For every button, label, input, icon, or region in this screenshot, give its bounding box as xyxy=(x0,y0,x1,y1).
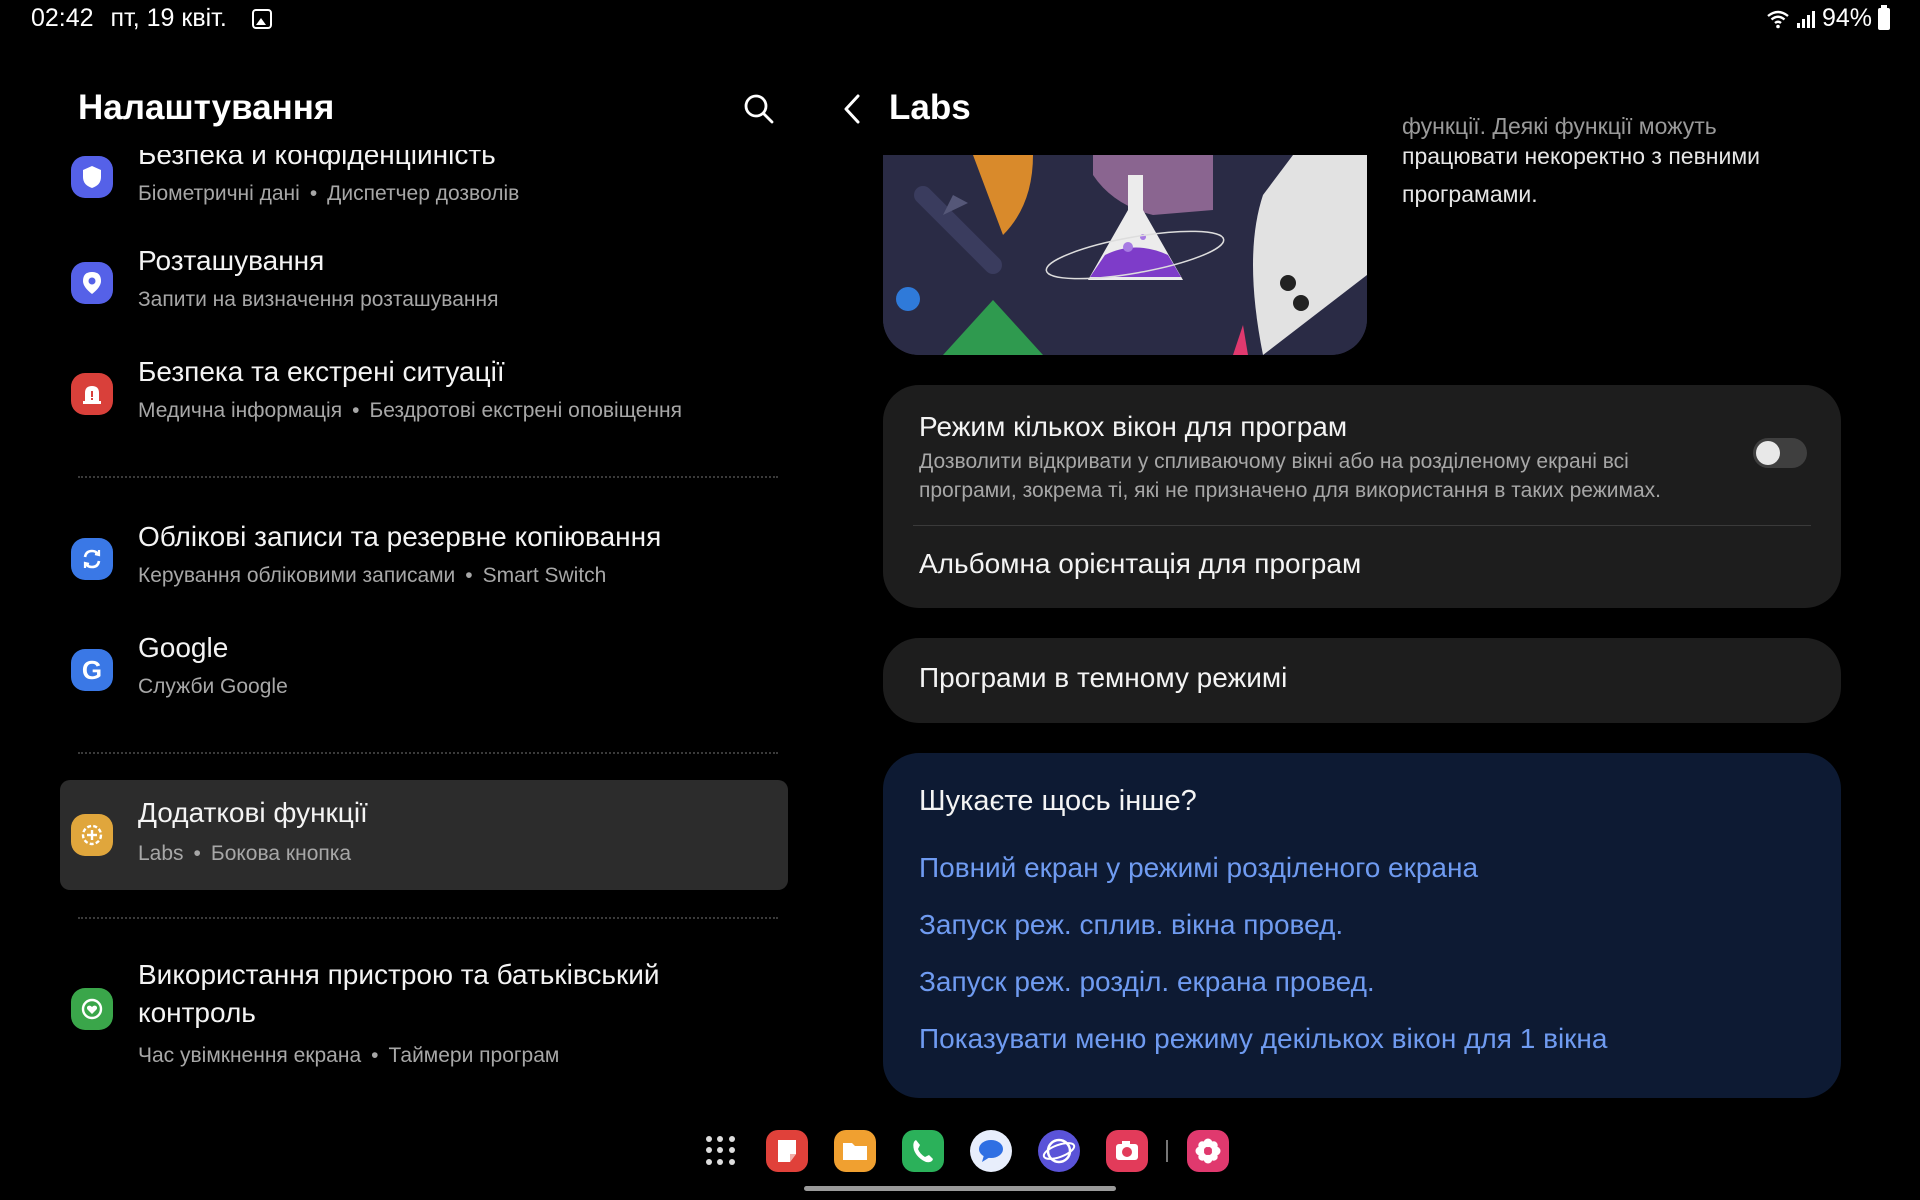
status-right: 94% xyxy=(1766,4,1890,33)
internet-browser-icon[interactable] xyxy=(1038,1130,1080,1172)
item-subtitle: Запити на визначення розташування xyxy=(138,288,498,312)
dark-mode-apps-row[interactable]: Програми в темному режимі xyxy=(883,638,1841,723)
settings-item-security-privacy[interactable]: Безпека и конфіденційність Біометричні д… xyxy=(60,150,788,220)
shield-icon xyxy=(71,156,113,198)
item-title: Розташування xyxy=(138,245,325,276)
item-subtitle: Час увімкнення екрана • Таймери програм xyxy=(138,1044,560,1067)
battery-percent: 94% xyxy=(1821,4,1872,32)
wellbeing-icon xyxy=(71,988,113,1030)
description-line: програмами. xyxy=(1402,181,1538,207)
subtitle-part: Бокова кнопка xyxy=(210,842,352,865)
suggestion-link[interactable]: Запуск реж. сплив. вікна провед. xyxy=(919,909,1343,941)
plus-gear-icon xyxy=(71,814,113,856)
subtitle-part: Smart Switch xyxy=(482,564,607,587)
item-title-line1: Використання пристрою та батьківський xyxy=(138,959,660,990)
dark-mode-title: Програми в темному режимі xyxy=(919,662,1288,693)
apps-grid-icon[interactable] xyxy=(706,1136,736,1166)
subtitle-part: Біометричні дані xyxy=(138,182,300,205)
subtitle-part: Бездротові екстрені оповіщення xyxy=(369,399,682,422)
messages-icon[interactable] xyxy=(970,1130,1012,1172)
status-time: 02:42 xyxy=(31,4,94,32)
search-button[interactable] xyxy=(742,92,776,126)
item-title: Облікові записи та резервне копіювання xyxy=(138,521,662,552)
samsung-notes-icon[interactable] xyxy=(766,1130,808,1172)
back-button[interactable] xyxy=(838,92,866,126)
location-pin-icon xyxy=(71,262,113,304)
status-date: пт, 19 квіт. xyxy=(110,4,227,32)
home-indicator[interactable] xyxy=(804,1186,1116,1191)
labs-illustration xyxy=(883,155,1367,355)
section-divider xyxy=(78,752,778,754)
landscape-row[interactable]: Альбомна орієнтація для програм xyxy=(883,526,1841,608)
item-subtitle: Служби Google xyxy=(138,675,288,699)
multi-window-toggle[interactable] xyxy=(1753,438,1807,468)
dock-separator xyxy=(1166,1140,1168,1162)
item-title: Google xyxy=(138,632,229,663)
suggestions-card: Шукаєте щось інше? Повний екран у режимі… xyxy=(883,753,1841,1098)
subtitle-part: Labs xyxy=(138,842,184,865)
suggestion-link[interactable]: Показувати меню режиму декількох вікон д… xyxy=(919,1023,1607,1055)
description-line: функції. Деякі функції можуть xyxy=(1402,113,1717,139)
section-divider xyxy=(78,476,778,478)
labs-description: функції. Деякі функції можуть працювати … xyxy=(1402,113,1782,213)
item-title: Безпека та екстрені ситуації xyxy=(138,356,505,387)
labs-options-card: Режим кількох вікон для програм Дозволит… xyxy=(883,385,1841,608)
subtitle-part: Запити на визначення розташування xyxy=(138,288,499,311)
phone-icon[interactable] xyxy=(902,1130,944,1172)
camera-icon[interactable] xyxy=(1106,1130,1148,1172)
taskbar-dock xyxy=(0,1130,1920,1174)
emergency-siren-icon xyxy=(71,373,113,415)
suggestion-link[interactable]: Запуск реж. розділ. екрана провед. xyxy=(919,966,1375,998)
multi-window-subtitle: Дозволити відкривати у спливаючому вікні… xyxy=(919,450,1661,502)
landscape-title: Альбомна орієнтація для програм xyxy=(919,548,1362,579)
multi-window-title: Режим кількох вікон для програм xyxy=(919,411,1348,442)
sync-icon xyxy=(71,538,113,580)
subtitle-part: Таймери програм xyxy=(388,1044,560,1067)
settings-list[interactable]: Безпека и конфіденційність Біометричні д… xyxy=(60,150,788,1125)
search-icon xyxy=(744,94,774,124)
wifi-icon xyxy=(1767,10,1789,28)
bixby-flower-icon[interactable] xyxy=(1187,1130,1229,1172)
subtitle-part: Диспетчер дозволів xyxy=(327,182,520,205)
status-left: 02:42 пт, 19 квіт. xyxy=(31,4,282,33)
suggestion-link[interactable]: Повний екран у режимі розділеного екрана xyxy=(919,852,1478,884)
item-title: Додаткові функції xyxy=(138,797,368,828)
back-chevron-icon xyxy=(844,94,860,124)
gallery-icon xyxy=(251,9,272,29)
section-divider xyxy=(78,917,778,919)
settings-item-google[interactable]: G Google Служби Google xyxy=(60,632,788,733)
subtitle-part: Час увімкнення екрана xyxy=(138,1044,362,1067)
settings-item-location[interactable]: Розташування Запити на визначення розташ… xyxy=(60,245,788,346)
status-bar: 02:42 пт, 19 квіт. 94% xyxy=(0,0,1920,36)
item-subtitle: Біометричні дані • Диспетчер дозволів xyxy=(138,182,520,205)
settings-item-digital-wellbeing[interactable]: Використання пристрою та батьківський ко… xyxy=(60,959,788,1100)
settings-item-advanced-features[interactable]: Додаткові функції Labs • Бокова кнопка xyxy=(60,780,788,890)
item-subtitle: Labs • Бокова кнопка xyxy=(138,842,352,865)
subtitle-part: Служби Google xyxy=(138,675,288,698)
settings-item-accounts-backup[interactable]: Облікові записи та резервне копіювання К… xyxy=(60,521,788,622)
subtitle-part: Медична інформація xyxy=(138,399,343,422)
labs-title: Labs xyxy=(889,88,971,127)
settings-item-safety-emergency[interactable]: Безпека та екстрені ситуації Медична інф… xyxy=(60,356,788,457)
signal-icon xyxy=(1796,10,1815,28)
item-title: Безпека и конфіденційність xyxy=(138,150,496,170)
item-title-line2: контроль xyxy=(138,997,256,1028)
item-subtitle: Керування обліковими записами • Smart Swit… xyxy=(138,564,607,587)
multi-window-row[interactable]: Режим кількох вікон для програм Дозволит… xyxy=(883,385,1841,525)
subtitle-part: Керування обліковими записами xyxy=(138,564,456,587)
battery-icon xyxy=(1878,4,1890,30)
settings-title: Налаштування xyxy=(78,88,335,127)
google-icon: G xyxy=(71,649,113,691)
my-files-icon[interactable] xyxy=(834,1130,876,1172)
item-subtitle: Медична інформація • Бездротові екстрені о… xyxy=(138,399,682,422)
suggestions-heading: Шукаєте щось інше? xyxy=(919,785,1197,817)
